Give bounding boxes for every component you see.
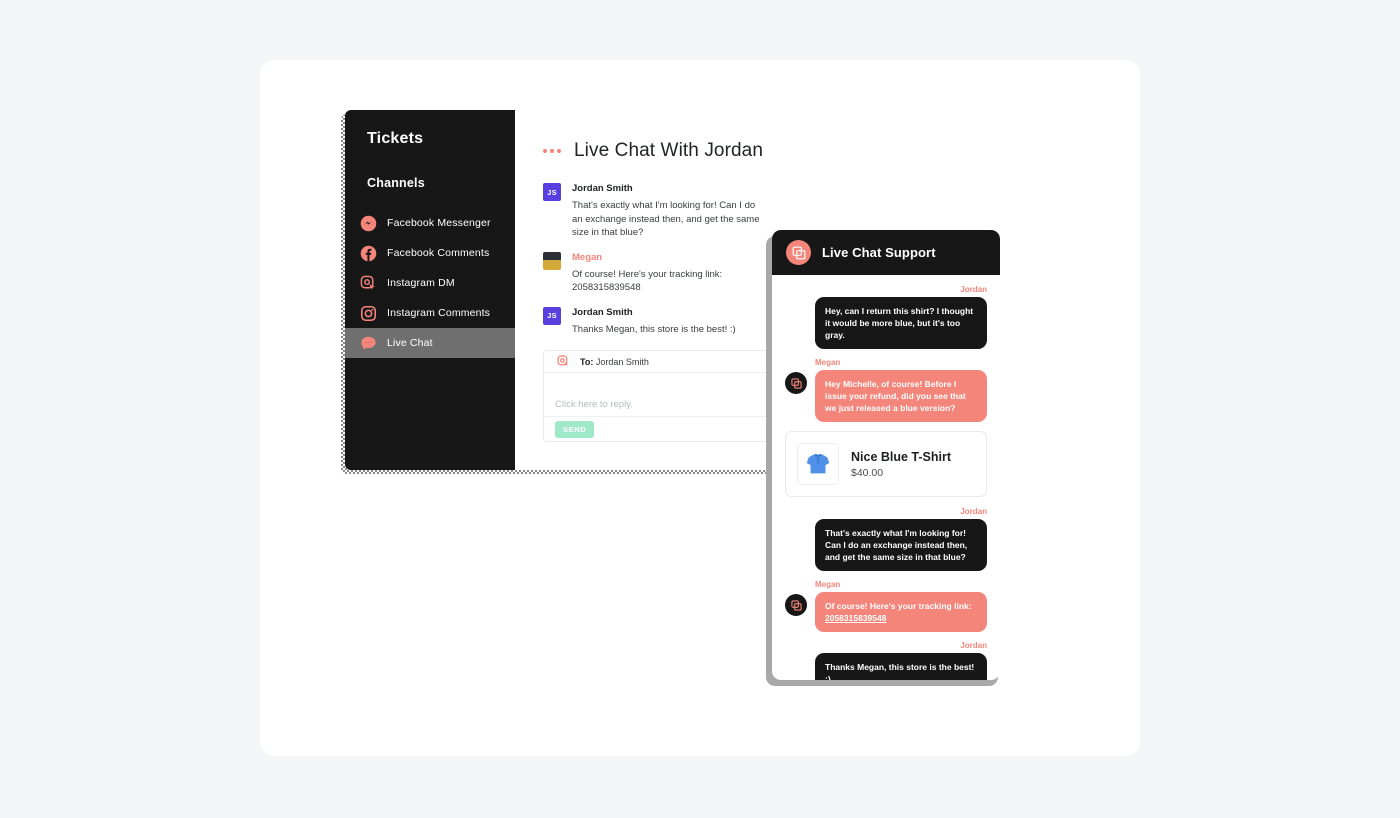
message-bubble: Hey Michelle, of course! Before I issue … — [815, 370, 987, 422]
message-author: Megan — [572, 251, 603, 263]
list-item: JS Jordan Smith That's exactly what I'm … — [543, 182, 775, 240]
sidebar-item-live-chat[interactable]: Live Chat — [345, 328, 515, 358]
live-chat-widget: Live Chat Support Jordan Hey, can I retu… — [772, 230, 1000, 680]
live-chat-icon — [360, 335, 377, 352]
list-item: Jordan That's exactly what I'm looking f… — [785, 507, 987, 571]
screen: Tickets Channels Facebook Messenger Face… — [0, 0, 1400, 818]
chat-inner: Live Chat With Jordan 09/21/2021 JS Jord… — [515, 110, 775, 470]
sidebar-item-facebook-comments[interactable]: Facebook Comments — [345, 238, 515, 268]
composer-to-prefix: To: — [580, 356, 594, 367]
instagram-dm-icon — [360, 275, 377, 292]
instagram-dm-icon — [555, 353, 572, 370]
list-item: Megan Of course! Here's your tracking li… — [785, 580, 987, 632]
sidebar-item-label: Live Chat — [387, 337, 433, 349]
widget-header: Live Chat Support — [772, 230, 1000, 275]
avatar: JS — [543, 306, 561, 325]
reply-input[interactable]: Click here to reply. — [544, 373, 775, 417]
composer-footer: SEND — [544, 417, 775, 441]
chat-header: Live Chat With Jordan — [543, 140, 763, 162]
sidebar-item-facebook-messenger[interactable]: Facebook Messenger — [345, 208, 515, 238]
message-text: That's exactly what I'm looking for! Can… — [572, 200, 760, 238]
app-window: Tickets Channels Facebook Messenger Face… — [345, 110, 775, 470]
message-author: Jordan — [960, 641, 987, 650]
avatar: JS — [543, 183, 561, 201]
message-text: Of course! Here's your tracking link: — [825, 601, 972, 611]
avatar — [543, 251, 561, 270]
reply-composer: To: Jordan Smith Click here to reply. SE… — [543, 350, 775, 442]
message-bubble: That's exactly what I'm looking for! Can… — [815, 519, 987, 571]
sidebar-item-label: Instagram DM — [387, 277, 455, 289]
chat-bubbles-icon — [785, 594, 807, 616]
sidebar-item-instagram-comments[interactable]: Instagram Comments — [345, 298, 515, 328]
composer-recipient-row: To: Jordan Smith — [544, 351, 775, 373]
sidebar-item-instagram-dm[interactable]: Instagram DM — [345, 268, 515, 298]
instagram-icon — [360, 305, 377, 322]
widget-title: Live Chat Support — [822, 245, 936, 260]
message-author: Jordan Smith — [572, 306, 633, 318]
sidebar: Tickets Channels Facebook Messenger Face… — [345, 110, 515, 470]
chat-pane: Live Chat With Jordan 09/21/2021 JS Jord… — [515, 110, 775, 470]
message-bubble: Of course! Here's your tracking link: 20… — [815, 592, 987, 632]
list-item: Megan Of course! Here's your tracking li… — [543, 251, 775, 295]
message-author: Jordan — [960, 507, 987, 516]
facebook-messenger-icon — [360, 215, 377, 232]
message-author: Jordan Smith — [572, 183, 633, 194]
sidebar-item-label: Facebook Comments — [387, 247, 490, 259]
sidebar-item-label: Instagram Comments — [387, 307, 491, 319]
list-item: JS Jordan Smith Thanks Megan, this store… — [543, 306, 775, 337]
message-author: Jordan — [960, 285, 987, 294]
sidebar-item-label: Facebook Messenger — [387, 217, 491, 229]
blue-tshirt-icon — [797, 443, 839, 485]
widget-message-list: Jordan Hey, can I return this shirt? I t… — [772, 275, 1000, 680]
message-author: Megan — [815, 580, 841, 589]
list-item: Jordan Hey, can I return this shirt? I t… — [785, 285, 987, 349]
product-card[interactable]: Nice Blue T-Shirt $40.00 — [785, 431, 987, 497]
channel-list: Facebook Messenger Facebook Comments Ins… — [345, 208, 515, 358]
list-item: Megan Hey Michelle, of course! Before I … — [785, 358, 987, 422]
tracking-link[interactable]: 2058315839548 — [825, 613, 886, 623]
chat-title: Live Chat With Jordan — [574, 140, 764, 161]
product-name: Nice Blue T-Shirt — [851, 450, 952, 464]
message-text: Of course! Here's your tracking link: 20… — [572, 268, 723, 294]
page-title: Tickets — [367, 130, 424, 147]
reply-placeholder: Click here to reply. — [555, 399, 633, 410]
product-price: $40.00 — [851, 467, 884, 479]
message-list: JS Jordan Smith That's exactly what I'm … — [543, 182, 775, 347]
send-button[interactable]: SEND — [555, 420, 595, 438]
sidebar-section-label: Channels — [367, 176, 425, 190]
message-bubble: Thanks Megan, this store is the best! :) — [815, 653, 987, 680]
list-item: Jordan Thanks Megan, this store is the b… — [785, 641, 987, 680]
composer-recipient: To: Jordan Smith — [580, 357, 649, 367]
composer-to-value: Jordan Smith — [595, 356, 649, 367]
chat-bubbles-icon — [786, 240, 811, 265]
message-author: Megan — [815, 358, 841, 367]
more-options-icon[interactable] — [543, 149, 561, 153]
facebook-icon — [360, 245, 377, 262]
chat-bubbles-icon — [785, 372, 807, 394]
message-bubble: Hey, can I return this shirt? I thought … — [815, 297, 987, 349]
message-text: Thanks Megan, this store is the best! :) — [572, 323, 736, 335]
